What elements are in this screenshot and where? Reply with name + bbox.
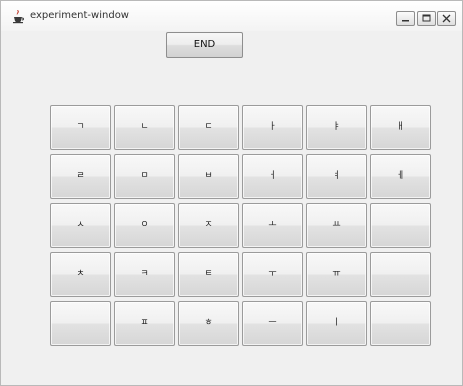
key-button[interactable]: ㅂ (178, 154, 239, 199)
key-button[interactable]: ㅐ (370, 105, 431, 150)
key-button[interactable]: ㅠ (306, 252, 367, 297)
key-button[interactable]: ㅌ (178, 252, 239, 297)
key-button[interactable]: ㄴ (114, 105, 175, 150)
title-bar[interactable]: experiment-window (1, 1, 462, 31)
window-title: experiment-window (30, 10, 129, 21)
end-button[interactable]: END (166, 32, 243, 58)
key-button[interactable]: ㅕ (306, 154, 367, 199)
key-button[interactable]: ㅑ (306, 105, 367, 150)
key-button[interactable] (50, 301, 111, 346)
key-button[interactable]: ㄹ (50, 154, 111, 199)
key-button[interactable] (370, 252, 431, 297)
key-button[interactable]: ㅅ (50, 203, 111, 248)
close-button[interactable] (437, 11, 456, 26)
maximize-icon (422, 14, 431, 22)
close-icon (442, 14, 451, 23)
maximize-button[interactable] (417, 11, 436, 26)
key-button[interactable]: ㅜ (242, 252, 303, 297)
key-button[interactable]: ㅛ (306, 203, 367, 248)
key-button[interactable]: ㅣ (306, 301, 367, 346)
key-button[interactable]: ㅗ (242, 203, 303, 248)
key-button[interactable]: ㅔ (370, 154, 431, 199)
key-button[interactable]: ㅈ (178, 203, 239, 248)
key-button[interactable]: ㅏ (242, 105, 303, 150)
key-button[interactable]: ㅋ (114, 252, 175, 297)
key-button[interactable]: ㅍ (114, 301, 175, 346)
key-button[interactable]: ㅊ (50, 252, 111, 297)
key-button[interactable]: ㄷ (178, 105, 239, 150)
app-window: experiment-window END ㄱ ㄴ ㄷ ㅏ ㅑ ㅐ ㄹ ㅁ ㅂ (0, 0, 463, 386)
minimize-icon (402, 20, 409, 22)
key-button[interactable]: ㅎ (178, 301, 239, 346)
java-icon (11, 9, 25, 24)
key-button[interactable]: ㅁ (114, 154, 175, 199)
key-button[interactable]: ㅓ (242, 154, 303, 199)
key-button[interactable] (370, 203, 431, 248)
key-button[interactable]: ㅡ (242, 301, 303, 346)
key-button[interactable]: ㄱ (50, 105, 111, 150)
minimize-button[interactable] (396, 11, 415, 26)
key-button[interactable]: ㅇ (114, 203, 175, 248)
key-grid: ㄱ ㄴ ㄷ ㅏ ㅑ ㅐ ㄹ ㅁ ㅂ ㅓ ㅕ ㅔ ㅅ ㅇ ㅈ ㅗ ㅛ ㅊ ㅋ ㅌ … (50, 105, 431, 346)
key-button[interactable] (370, 301, 431, 346)
